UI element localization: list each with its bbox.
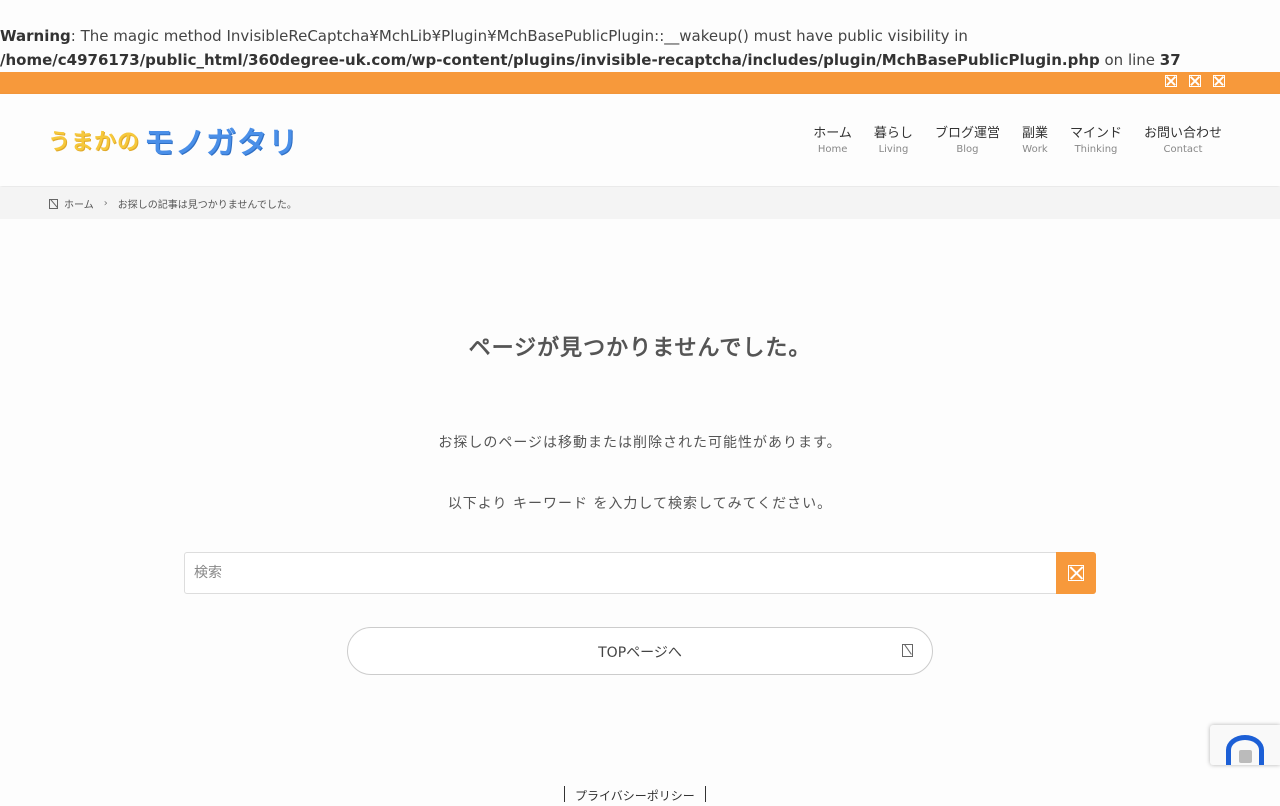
warning-label: Warning	[0, 27, 71, 45]
nav-label: ホーム	[813, 126, 852, 141]
chevron-right-icon: ›	[103, 198, 108, 209]
search-button[interactable]	[1056, 552, 1096, 594]
nav-label: お問い合わせ	[1143, 126, 1222, 141]
warning-text-2: on line	[1099, 51, 1160, 69]
social-icon-3[interactable]	[1213, 75, 1225, 87]
not-found-message: お探しのページは移動または削除された可能性があります。	[438, 435, 842, 451]
breadcrumb-current: お探しの記事は見つかりませんでした。	[117, 200, 297, 211]
nav-sublabel: Work	[1022, 144, 1048, 155]
breadcrumb: ホーム › お探しの記事は見つかりませんでした。	[0, 187, 1280, 219]
nav-sublabel: Home	[817, 144, 848, 155]
nav-label: 暮らし	[873, 126, 913, 141]
nav-label: 副業	[1021, 126, 1048, 141]
nav-item-thinking[interactable]: マインド Thinking	[1070, 124, 1122, 156]
nav-label: ブログ運営	[934, 126, 1000, 141]
social-icons	[1165, 75, 1225, 87]
breadcrumb-home[interactable]: ホーム	[64, 196, 94, 211]
nav-sublabel: Thinking	[1074, 144, 1118, 155]
top-bar	[0, 72, 1280, 94]
site-logo[interactable]: うまかの モノガタリ	[48, 120, 300, 161]
nav-item-work[interactable]: 副業 Work	[1022, 124, 1048, 156]
nav-sublabel: Living	[878, 144, 909, 155]
search-form	[184, 552, 1096, 594]
php-warning: Warning: The magic method InvisibleReCap…	[0, 24, 1260, 72]
social-icon-2[interactable]	[1189, 75, 1201, 87]
logo-part-1: うまかの	[48, 130, 141, 155]
warning-line: 37	[1159, 51, 1181, 69]
recaptcha-badge[interactable]	[1210, 725, 1280, 765]
search-input[interactable]	[185, 553, 1055, 593]
nav-item-living[interactable]: 暮らし Living	[874, 124, 913, 156]
nav-item-blog[interactable]: ブログ運営 Blog	[935, 124, 1000, 156]
recaptcha-icon	[1226, 735, 1264, 765]
arrow-icon	[902, 644, 913, 657]
nav-sublabel: Contact	[1163, 144, 1203, 155]
nav-sublabel: Blog	[956, 144, 979, 155]
nav-label: マインド	[1069, 126, 1122, 141]
main-nav: ホーム Home 暮らし Living ブログ運営 Blog 副業 Work マインド T…	[813, 124, 1222, 156]
social-icon-1[interactable]	[1165, 75, 1177, 87]
search-hint-message: 以下より キーワード を入力して検索してみてください。	[447, 496, 833, 512]
nav-item-home[interactable]: ホーム Home	[813, 124, 852, 156]
search-icon	[1068, 565, 1084, 581]
warning-text: : The magic method InvisibleReCaptcha¥Mc…	[70, 27, 968, 45]
nav-item-contact[interactable]: お問い合わせ Contact	[1144, 124, 1222, 156]
page-title: ページが見つかりませんでした。	[468, 336, 812, 361]
site-header: うまかの モノガタリ ホーム Home 暮らし Living ブログ運営 Blog 副業…	[0, 94, 1280, 186]
top-page-button[interactable]: TOPページへ	[347, 627, 933, 675]
top-page-button-label: TOPページへ	[598, 645, 682, 661]
warning-path: /home/c4976173/public_html/360degree-uk.…	[0, 51, 1100, 69]
home-icon	[49, 198, 58, 209]
logo-part-2: モノガタリ	[144, 126, 300, 161]
